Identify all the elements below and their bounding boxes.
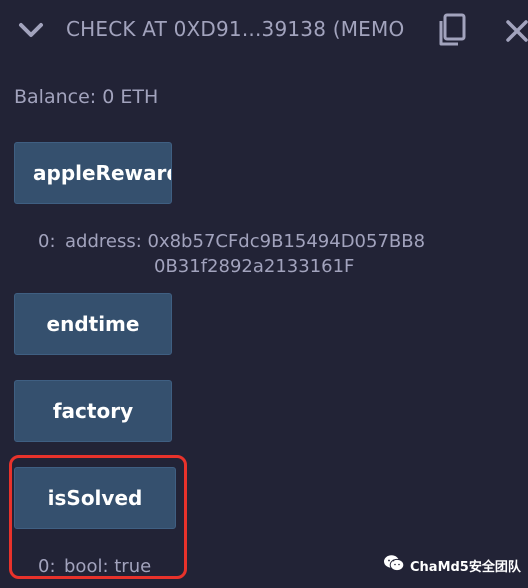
close-icon[interactable] (504, 14, 528, 44)
result-index: 0: (38, 231, 56, 252)
result-address-line2: 0B31f2892a2133161F (154, 256, 355, 277)
contract-header: CHECK AT 0XD91...39138 (MEMO (0, 0, 528, 58)
watermark-text: ChaMd5安全团队 (410, 560, 521, 575)
copy-icon[interactable] (436, 12, 470, 48)
wechat-icon (384, 555, 405, 572)
contract-title[interactable]: CHECK AT 0XD91...39138 (MEMO (66, 17, 404, 41)
result-address-line1: address: 0x8b57CFdc9B15494D057BB8 (65, 231, 426, 252)
function-button-appleRewardPool[interactable]: appleRewardP (14, 142, 172, 204)
function-button-factory[interactable]: factory (14, 380, 172, 442)
chevron-down-icon[interactable] (18, 18, 44, 42)
highlight-box (9, 455, 187, 579)
balance-label: Balance: 0 ETH (14, 86, 159, 108)
function-button-endtime[interactable]: endtime (14, 293, 172, 355)
